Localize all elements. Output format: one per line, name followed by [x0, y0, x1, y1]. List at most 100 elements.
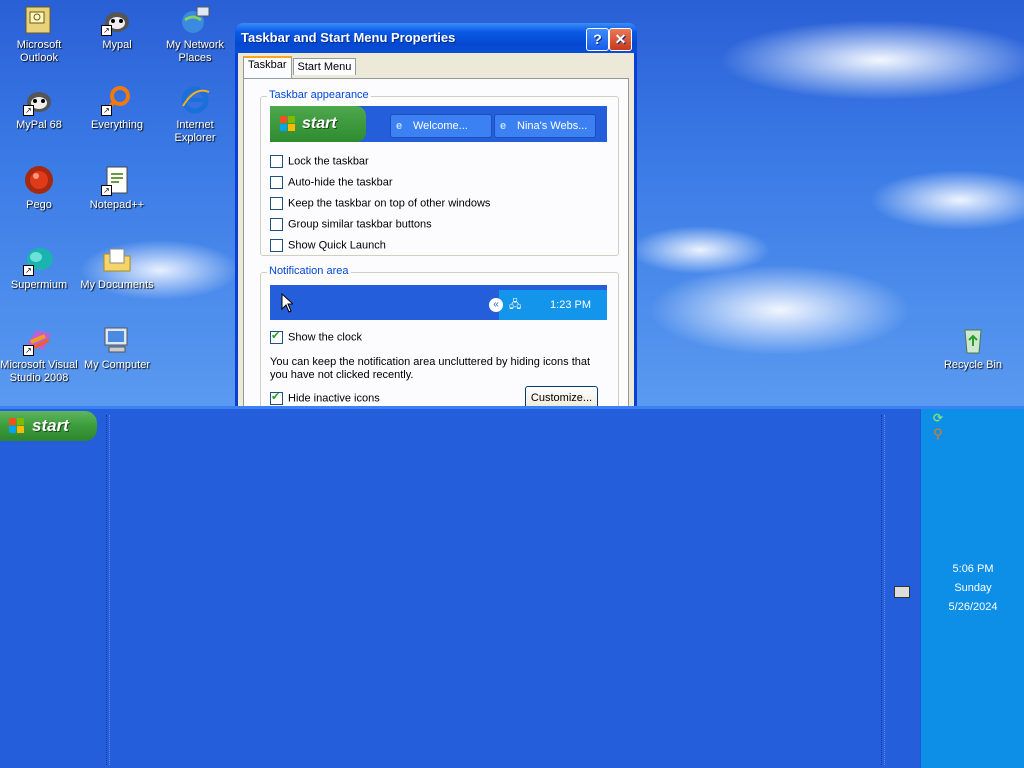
notepadpp-icon: ↗ [101, 164, 133, 196]
checkbox-label: Auto-hide the taskbar [288, 176, 393, 189]
shortcut-arrow-icon: ↗ [101, 105, 112, 116]
checkbox-hide-inactive[interactable]: Hide inactive icons [270, 391, 380, 406]
checkbox-show-clock[interactable]: Show the clock [270, 330, 362, 347]
everything-icon: ↗ [101, 84, 133, 116]
desktop-icon-label: Pego [26, 199, 52, 211]
tab-taskbar[interactable]: Taskbar [243, 56, 292, 78]
checkbox-label: Show the clock [288, 331, 362, 344]
preview-task-label: Nina's Webs... [517, 120, 588, 132]
checkbox-box[interactable] [270, 391, 283, 405]
desktop-icon-label: Internet Explorer [174, 119, 216, 144]
desktop-icon-label: Supermium [10, 279, 68, 291]
everything-tray-icon[interactable]: ⚲ [933, 427, 943, 442]
checkbox-lock-taskbar[interactable]: Lock the taskbar [270, 155, 369, 171]
network-places-icon [179, 4, 211, 36]
checkbox-box[interactable] [270, 155, 283, 168]
desktop-icon-label: Everything [91, 119, 143, 131]
group-label-notification-area: Notification area [267, 265, 351, 277]
clock-time[interactable]: 5:06 PM [921, 563, 1024, 575]
start-button[interactable]: start [0, 411, 97, 441]
notification-preview: « 🖧 1:23 PM [270, 285, 607, 320]
checkbox-label: Show Quick Launch [288, 239, 386, 252]
preview-task-button: e Welcome... [390, 114, 492, 138]
keyboard-tray-icon[interactable] [894, 586, 910, 598]
checkbox-box[interactable] [270, 239, 283, 252]
desktop-icon-label: MyPal 68 [16, 119, 62, 131]
desktop-icon-supermium[interactable]: ↗ Supermium [0, 244, 78, 292]
preview-start-button: start [270, 106, 366, 142]
mypal-icon: ↗ [101, 4, 133, 36]
checkbox-box[interactable] [270, 218, 283, 231]
help-button[interactable]: ? [586, 28, 609, 51]
pego-icon [23, 164, 55, 196]
desktop-icon-label: Microsoft Visual Studio 2008 [0, 359, 78, 384]
desktop-icon-label: Recycle Bin [943, 359, 1003, 371]
dialog-client: Taskbar Start Menu Taskbar appearance st… [238, 53, 634, 406]
shortcut-arrow-icon: ↗ [101, 25, 112, 36]
supermium-icon: ↗ [23, 244, 55, 276]
taskbar-appearance-group: Taskbar appearance start e Welcome... e … [260, 89, 619, 256]
checkbox-label: Hide inactive icons [288, 392, 380, 405]
desktop-icon-mypal[interactable]: ↗ Mypal [78, 4, 156, 52]
desktop-icon-notepadpp[interactable]: ↗ Notepad++ [78, 164, 156, 212]
customize-button[interactable]: Customize... [525, 386, 598, 406]
mypal68-icon: ↗ [23, 84, 55, 116]
windows-logo-icon [9, 418, 25, 434]
checkbox-box[interactable] [270, 197, 283, 210]
chevron-left-icon: « [489, 298, 503, 312]
preview-tray: « 🖧 1:23 PM [489, 290, 607, 320]
clock-date[interactable]: 5/26/2024 [921, 601, 1024, 613]
dialog-titlebar[interactable]: Taskbar and Start Menu Properties ? ✕ [235, 23, 637, 53]
sync-tray-icon[interactable]: ⟳ [933, 411, 943, 425]
desktop-icon-everything[interactable]: ↗ Everything [78, 84, 156, 132]
desktop-icon-my-documents[interactable]: My Documents [78, 244, 156, 292]
internet-explorer-icon [179, 84, 211, 116]
desktop-icon-visual-studio[interactable]: ↗ Microsoft Visual Studio 2008 [0, 324, 78, 385]
close-button[interactable]: ✕ [609, 28, 632, 51]
start-label: start [32, 416, 69, 435]
notification-description: You can keep the notification area unclu… [270, 356, 591, 381]
taskbar: start ⟳ ⚲ 5:06 PM Sunday 5/26/2024 [0, 406, 1024, 768]
desktop-icon-my-computer[interactable]: My Computer [78, 324, 156, 372]
preview-start-label: start [302, 115, 337, 132]
desktop-icon-pego[interactable]: Pego [0, 164, 78, 212]
network-tray-icon: 🖧 [509, 299, 522, 311]
checkbox-box[interactable] [270, 176, 283, 189]
shortcut-arrow-icon: ↗ [101, 185, 112, 196]
checkbox-auto-hide[interactable]: Auto-hide the taskbar [270, 176, 393, 192]
outlook-icon [23, 4, 55, 36]
my-computer-icon [101, 324, 133, 356]
desktop-icon-recycle-bin[interactable]: Recycle Bin [934, 324, 1012, 372]
clock-day[interactable]: Sunday [921, 582, 1024, 594]
taskbar-properties-dialog: Taskbar and Start Menu Properties ? ✕ Ta… [235, 23, 637, 406]
desktop-icon-internet-explorer[interactable]: Internet Explorer [156, 84, 234, 145]
shortcut-arrow-icon: ↗ [23, 345, 34, 356]
preview-task-button: e Nina's Webs... [494, 114, 596, 138]
mouse-cursor-icon [281, 293, 293, 313]
taskbar-grip[interactable] [106, 415, 110, 765]
checkbox-keep-on-top[interactable]: Keep the taskbar on top of other windows [270, 197, 490, 213]
tab-panel: Taskbar appearance start e Welcome... e … [243, 78, 629, 406]
my-documents-icon [101, 244, 133, 276]
checkbox-show-quick-launch[interactable]: Show Quick Launch [270, 239, 386, 255]
taskbar-preview: start e Welcome... e Nina's Webs... [270, 106, 607, 142]
desktop-icon-mypal-68[interactable]: ↗ MyPal 68 [0, 84, 78, 132]
desktop-icon-label: My Computer [83, 359, 151, 371]
preview-task-label: Welcome... [413, 120, 468, 132]
checkbox-group-similar[interactable]: Group similar taskbar buttons [270, 218, 432, 234]
desktop-icon-microsoft-outlook[interactable]: Microsoft Outlook [0, 4, 78, 65]
checkbox-label: Keep the taskbar on top of other windows [288, 197, 491, 210]
checkbox-box[interactable] [270, 330, 283, 344]
recycle-bin-icon [957, 324, 989, 356]
visual-studio-icon: ↗ [23, 324, 55, 356]
ie-icon: e [500, 120, 507, 132]
tab-strip: Taskbar Start Menu [243, 56, 357, 78]
desktop-icon-label: Mypal [102, 39, 132, 51]
ie-icon: e [396, 120, 403, 132]
desktop-icon-label: Microsoft Outlook [16, 39, 62, 64]
notification-area-group: Notification area « 🖧 1:23 PM Show the c… [260, 265, 619, 406]
preview-clock: 1:23 PM [550, 299, 591, 311]
desktop-icon-my-network-places[interactable]: My Network Places [156, 4, 234, 65]
tab-start-menu[interactable]: Start Menu [292, 58, 357, 75]
taskbar-grip[interactable] [881, 415, 885, 765]
